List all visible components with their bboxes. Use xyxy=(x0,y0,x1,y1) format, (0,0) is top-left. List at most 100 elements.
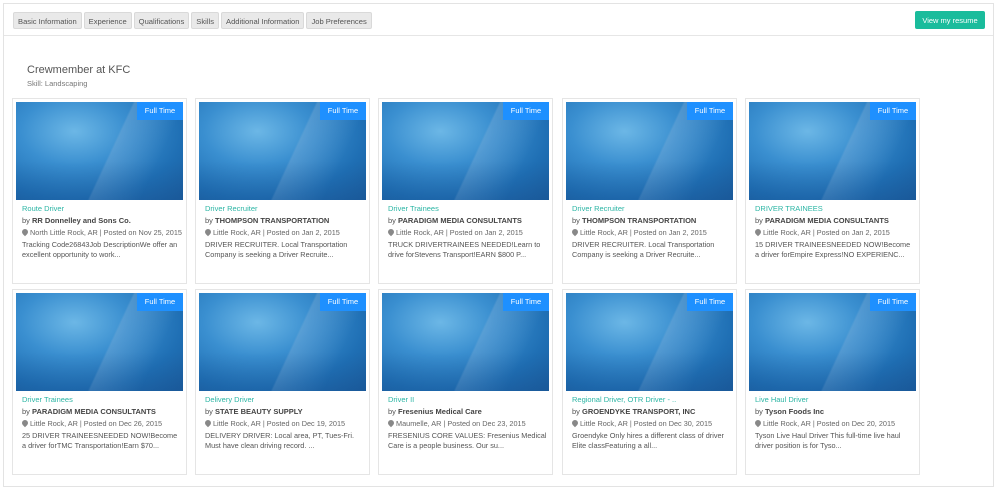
job-type-badge: Full Time xyxy=(320,102,366,120)
map-marker-icon xyxy=(572,229,578,237)
by-label: by xyxy=(388,216,396,225)
job-type-badge: Full Time xyxy=(870,293,916,311)
job-company: by RR Donnelley and Sons Co. xyxy=(22,216,131,225)
job-title-link[interactable]: Delivery Driver xyxy=(205,395,254,404)
job-card[interactable]: Full Time Regional Driver, OTR Driver - … xyxy=(562,289,737,475)
job-thumbnail[interactable]: Full Time xyxy=(16,102,183,200)
by-label: by xyxy=(572,407,580,416)
location-date: Little Rock, AR | Posted on Dec 30, 2015 xyxy=(580,419,713,428)
job-company: by Tyson Foods Inc xyxy=(755,407,824,416)
job-description: Tracking Code26843Job DescriptionWe offe… xyxy=(22,240,178,259)
company-name: GROENDYKE TRANSPORT, INC xyxy=(582,407,696,416)
job-meta: North Little Rock, AR | Posted on Nov 25… xyxy=(22,228,182,237)
job-meta: Little Rock, AR | Posted on Jan 2, 2015 xyxy=(572,228,707,237)
profile-tabs: Basic Information Experience Qualificati… xyxy=(13,12,372,29)
job-card[interactable]: Full Time Driver Trainees by PARADIGM ME… xyxy=(12,289,187,475)
tab-qualifications[interactable]: Qualifications xyxy=(133,12,190,29)
job-card[interactable]: Full Time Driver Recruiter by THOMPSON T… xyxy=(562,98,737,284)
map-marker-icon xyxy=(572,420,578,428)
location-date: Little Rock, AR | Posted on Dec 20, 2015 xyxy=(763,419,896,428)
job-company: by PARADIGM MEDIA CONSULTANTS xyxy=(755,216,889,225)
job-title-link[interactable]: Driver Recruiter xyxy=(572,204,625,213)
job-thumbnail[interactable]: Full Time xyxy=(382,102,549,200)
job-type-badge: Full Time xyxy=(687,102,733,120)
job-title-link[interactable]: Driver II xyxy=(388,395,414,404)
job-description: DELIVERY DRIVER: Local area, PT, Tues-Fr… xyxy=(205,431,354,450)
map-marker-icon xyxy=(388,420,394,428)
tab-basic-information[interactable]: Basic Information xyxy=(13,12,82,29)
tab-job-preferences[interactable]: Job Preferences xyxy=(306,12,372,29)
company-name: RR Donnelley and Sons Co. xyxy=(32,216,131,225)
job-type-badge: Full Time xyxy=(503,102,549,120)
job-company: by Fresenius Medical Care xyxy=(388,407,482,416)
job-card[interactable]: Full Time Route Driver by RR Donnelley a… xyxy=(12,98,187,284)
location-date: Little Rock, AR | Posted on Dec 26, 2015 xyxy=(30,419,163,428)
job-thumbnail[interactable]: Full Time xyxy=(199,293,366,391)
job-type-badge: Full Time xyxy=(320,293,366,311)
job-company: by THOMPSON TRANSPORTATION xyxy=(205,216,329,225)
job-thumbnail[interactable]: Full Time xyxy=(16,293,183,391)
company-name: PARADIGM MEDIA CONSULTANTS xyxy=(398,216,522,225)
by-label: by xyxy=(755,407,763,416)
by-label: by xyxy=(22,407,30,416)
job-card[interactable]: Full Time Driver Trainees by PARADIGM ME… xyxy=(378,98,553,284)
job-meta: Little Rock, AR | Posted on Dec 20, 2015 xyxy=(755,419,895,428)
by-label: by xyxy=(388,407,396,416)
job-description: Groendyke Only hires a different class o… xyxy=(572,431,724,450)
view-resume-button[interactable]: View my resume xyxy=(915,11,985,29)
map-marker-icon xyxy=(22,229,28,237)
by-label: by xyxy=(205,407,213,416)
job-company: by STATE BEAUTY SUPPLY xyxy=(205,407,303,416)
map-marker-icon xyxy=(755,420,761,428)
job-type-badge: Full Time xyxy=(137,293,183,311)
job-thumbnail[interactable]: Full Time xyxy=(199,102,366,200)
job-card[interactable]: Full Time Delivery Driver by STATE BEAUT… xyxy=(195,289,370,475)
job-description: 25 DRIVER TRAINEESNEEDED NOW!Become a dr… xyxy=(22,431,178,450)
job-meta: Little Rock, AR | Posted on Dec 19, 2015 xyxy=(205,419,345,428)
profile-tabs-bar: Basic Information Experience Qualificati… xyxy=(4,4,993,36)
tab-experience[interactable]: Experience xyxy=(83,12,132,29)
company-name: Fresenius Medical Care xyxy=(398,407,482,416)
job-description: Tyson Live Haul Driver This full-time li… xyxy=(755,431,901,450)
job-type-badge: Full Time xyxy=(137,102,183,120)
job-title-link[interactable]: Driver Trainees xyxy=(388,204,439,213)
job-card[interactable]: Full Time Driver Recruiter by THOMPSON T… xyxy=(195,98,370,284)
job-title-link[interactable]: Driver Recruiter xyxy=(205,204,258,213)
job-description: TRUCK DRIVERTRAINEES NEEDED!Learn to dri… xyxy=(388,240,541,259)
job-company: by PARADIGM MEDIA CONSULTANTS xyxy=(388,216,522,225)
job-thumbnail[interactable]: Full Time xyxy=(382,293,549,391)
map-marker-icon xyxy=(205,229,211,237)
job-card[interactable]: Full Time Live Haul Driver by Tyson Food… xyxy=(745,289,920,475)
job-thumbnail[interactable]: Full Time xyxy=(749,102,916,200)
location-date: Little Rock, AR | Posted on Jan 2, 2015 xyxy=(580,228,707,237)
job-thumbnail[interactable]: Full Time xyxy=(749,293,916,391)
job-thumbnail[interactable]: Full Time xyxy=(566,102,733,200)
location-date: Little Rock, AR | Posted on Dec 19, 2015 xyxy=(213,419,346,428)
tab-additional-information[interactable]: Additional Information xyxy=(221,12,305,29)
job-type-badge: Full Time xyxy=(687,293,733,311)
map-marker-icon xyxy=(755,229,761,237)
job-type-badge: Full Time xyxy=(503,293,549,311)
company-name: Tyson Foods Inc xyxy=(765,407,825,416)
job-title-link[interactable]: DRIVER TRAINEES xyxy=(755,204,823,213)
job-meta: Little Rock, AR | Posted on Jan 2, 2015 xyxy=(388,228,523,237)
job-title-link[interactable]: Regional Driver, OTR Driver - .. xyxy=(572,395,676,404)
job-thumbnail[interactable]: Full Time xyxy=(566,293,733,391)
job-card[interactable]: Full Time Driver II by Fresenius Medical… xyxy=(378,289,553,475)
job-meta: Little Rock, AR | Posted on Dec 26, 2015 xyxy=(22,419,162,428)
job-title-link[interactable]: Route Driver xyxy=(22,204,64,213)
job-type-badge: Full Time xyxy=(870,102,916,120)
section-skill: Skill: Landscaping xyxy=(27,79,88,88)
job-title-link[interactable]: Live Haul Driver xyxy=(755,395,808,404)
company-name: PARADIGM MEDIA CONSULTANTS xyxy=(765,216,889,225)
company-name: STATE BEAUTY SUPPLY xyxy=(215,407,303,416)
map-marker-icon xyxy=(22,420,28,428)
by-label: by xyxy=(572,216,580,225)
job-title-link[interactable]: Driver Trainees xyxy=(22,395,73,404)
company-name: PARADIGM MEDIA CONSULTANTS xyxy=(32,407,156,416)
map-marker-icon xyxy=(205,420,211,428)
tab-skills[interactable]: Skills xyxy=(191,12,219,29)
job-meta: Little Rock, AR | Posted on Jan 2, 2015 xyxy=(755,228,890,237)
job-card[interactable]: Full Time DRIVER TRAINEES by PARADIGM ME… xyxy=(745,98,920,284)
company-name: THOMPSON TRANSPORTATION xyxy=(215,216,330,225)
